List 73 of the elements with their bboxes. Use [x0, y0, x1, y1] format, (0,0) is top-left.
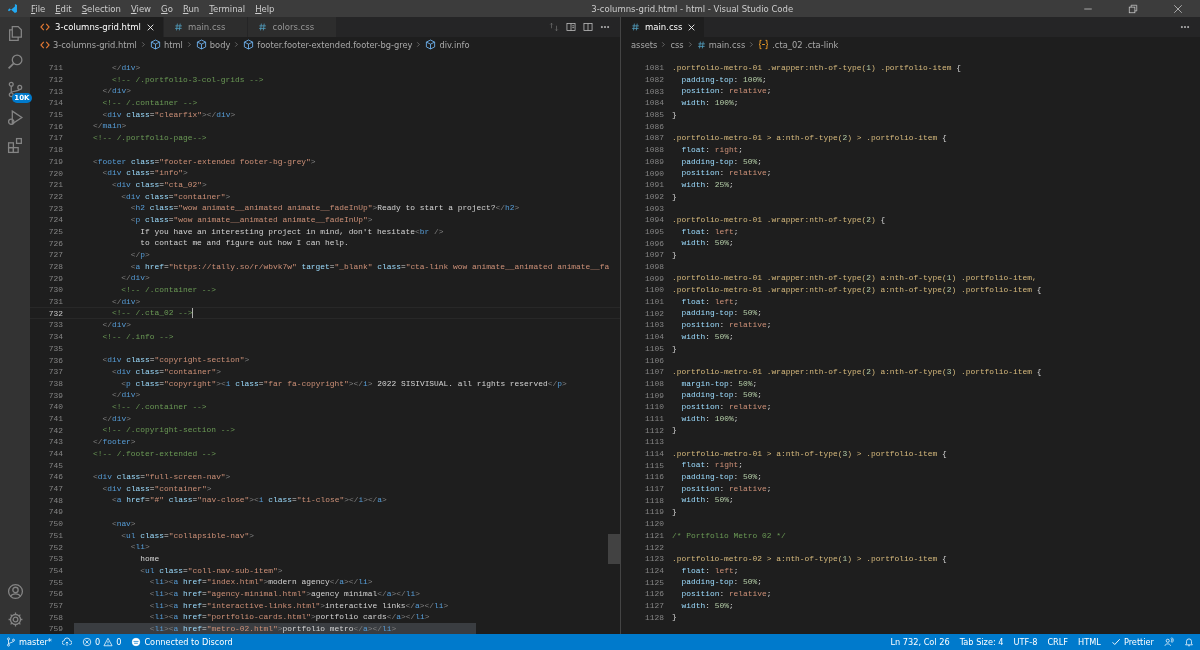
menu-item[interactable]: Edit [50, 3, 77, 14]
menu-item[interactable]: Help [250, 3, 280, 14]
menu-item[interactable]: File [26, 3, 51, 14]
menu-item[interactable]: Terminal [204, 3, 251, 14]
feedback-icon[interactable] [1164, 637, 1174, 647]
menu-item[interactable]: Selection [76, 3, 126, 14]
menu-item[interactable]: View [125, 3, 157, 14]
close-icon[interactable] [146, 22, 155, 32]
breadcrumb-item[interactable]: .cta_02 .cta-link [772, 39, 839, 50]
line-ending[interactable]: CRLF [1047, 637, 1069, 647]
breadcrumb-item[interactable]: 3-columns-grid.html [53, 39, 137, 50]
text-cursor [192, 308, 194, 319]
breadcrumb-item[interactable]: assets [631, 39, 658, 50]
breadcrumb-item[interactable]: main.css [708, 39, 746, 50]
chevron-icon [185, 40, 193, 49]
braces-icon [758, 39, 770, 50]
problems-status[interactable]: 0 0 [81, 637, 122, 647]
split-editor-icon[interactable] [583, 22, 593, 32]
editor-tab[interactable]: main.css [164, 17, 249, 37]
chevron-icon [686, 40, 694, 49]
files-icon[interactable] [6, 25, 24, 42]
cube-icon [243, 39, 255, 50]
cloud-upload-icon[interactable] [61, 637, 72, 647]
chevron-icon [139, 40, 147, 49]
chevron-icon [748, 40, 756, 49]
menu-item[interactable]: Go [156, 3, 178, 14]
bell-icon[interactable] [1184, 637, 1194, 647]
menu-item[interactable]: Run [177, 3, 205, 14]
breadcrumb-item[interactable]: css [670, 39, 684, 50]
editor-tab[interactable]: main.css [621, 17, 706, 37]
close-icon [1172, 3, 1183, 14]
html-file-icon [40, 39, 50, 50]
hash-icon [258, 22, 268, 32]
restore-icon [1127, 3, 1138, 14]
breadcrumb-item[interactable]: footer.footer-extended.footer-bg-grey [257, 39, 413, 50]
preview-icon[interactable] [566, 22, 576, 32]
language-mode[interactable]: HTML [1078, 637, 1101, 647]
breadcrumb-item[interactable]: div.info [439, 39, 470, 50]
account-icon[interactable] [6, 583, 24, 600]
scrollbar-thumb[interactable] [608, 534, 620, 564]
chevron-icon [415, 40, 423, 49]
breadcrumb-item[interactable]: body [209, 39, 231, 50]
check-icon [1110, 637, 1121, 647]
branch-icon [6, 637, 16, 647]
branch-status[interactable]: master* [6, 637, 52, 647]
vscode-logo-icon [7, 3, 18, 14]
search-icon[interactable] [6, 53, 24, 70]
globe-icon [131, 637, 142, 647]
tab-size[interactable]: Tab Size: 4 [959, 637, 1004, 647]
cube-icon [195, 39, 207, 50]
cursor-position[interactable]: Ln 732, Col 26 [890, 637, 950, 647]
hash-icon [174, 22, 183, 32]
warning-icon [103, 637, 114, 647]
prettier-status[interactable]: Prettier [1110, 637, 1154, 647]
html-file-icon [40, 22, 50, 32]
run-debug-icon[interactable] [6, 109, 24, 126]
hash-icon [696, 39, 706, 50]
close-icon[interactable] [687, 22, 697, 32]
extensions-icon[interactable] [6, 137, 24, 154]
chevron-icon [233, 40, 241, 49]
encoding[interactable]: UTF-8 [1013, 637, 1038, 647]
window-title: 3-columns-grid.html - html - Visual Studio Code [590, 3, 795, 14]
editor-tab[interactable]: 3-columns-grid.html [30, 17, 164, 37]
breadcrumb-item[interactable]: html [163, 39, 183, 50]
error-icon [81, 637, 92, 647]
cube-icon [425, 39, 437, 50]
editor-tab[interactable]: colors.css [248, 17, 338, 37]
compare-icon[interactable] [549, 22, 559, 32]
hash-icon [631, 22, 640, 32]
settings-icon[interactable] [6, 611, 24, 628]
cube-icon [149, 39, 161, 50]
chevron-icon [660, 40, 668, 49]
discord-status[interactable]: Connected to Discord [131, 637, 233, 647]
